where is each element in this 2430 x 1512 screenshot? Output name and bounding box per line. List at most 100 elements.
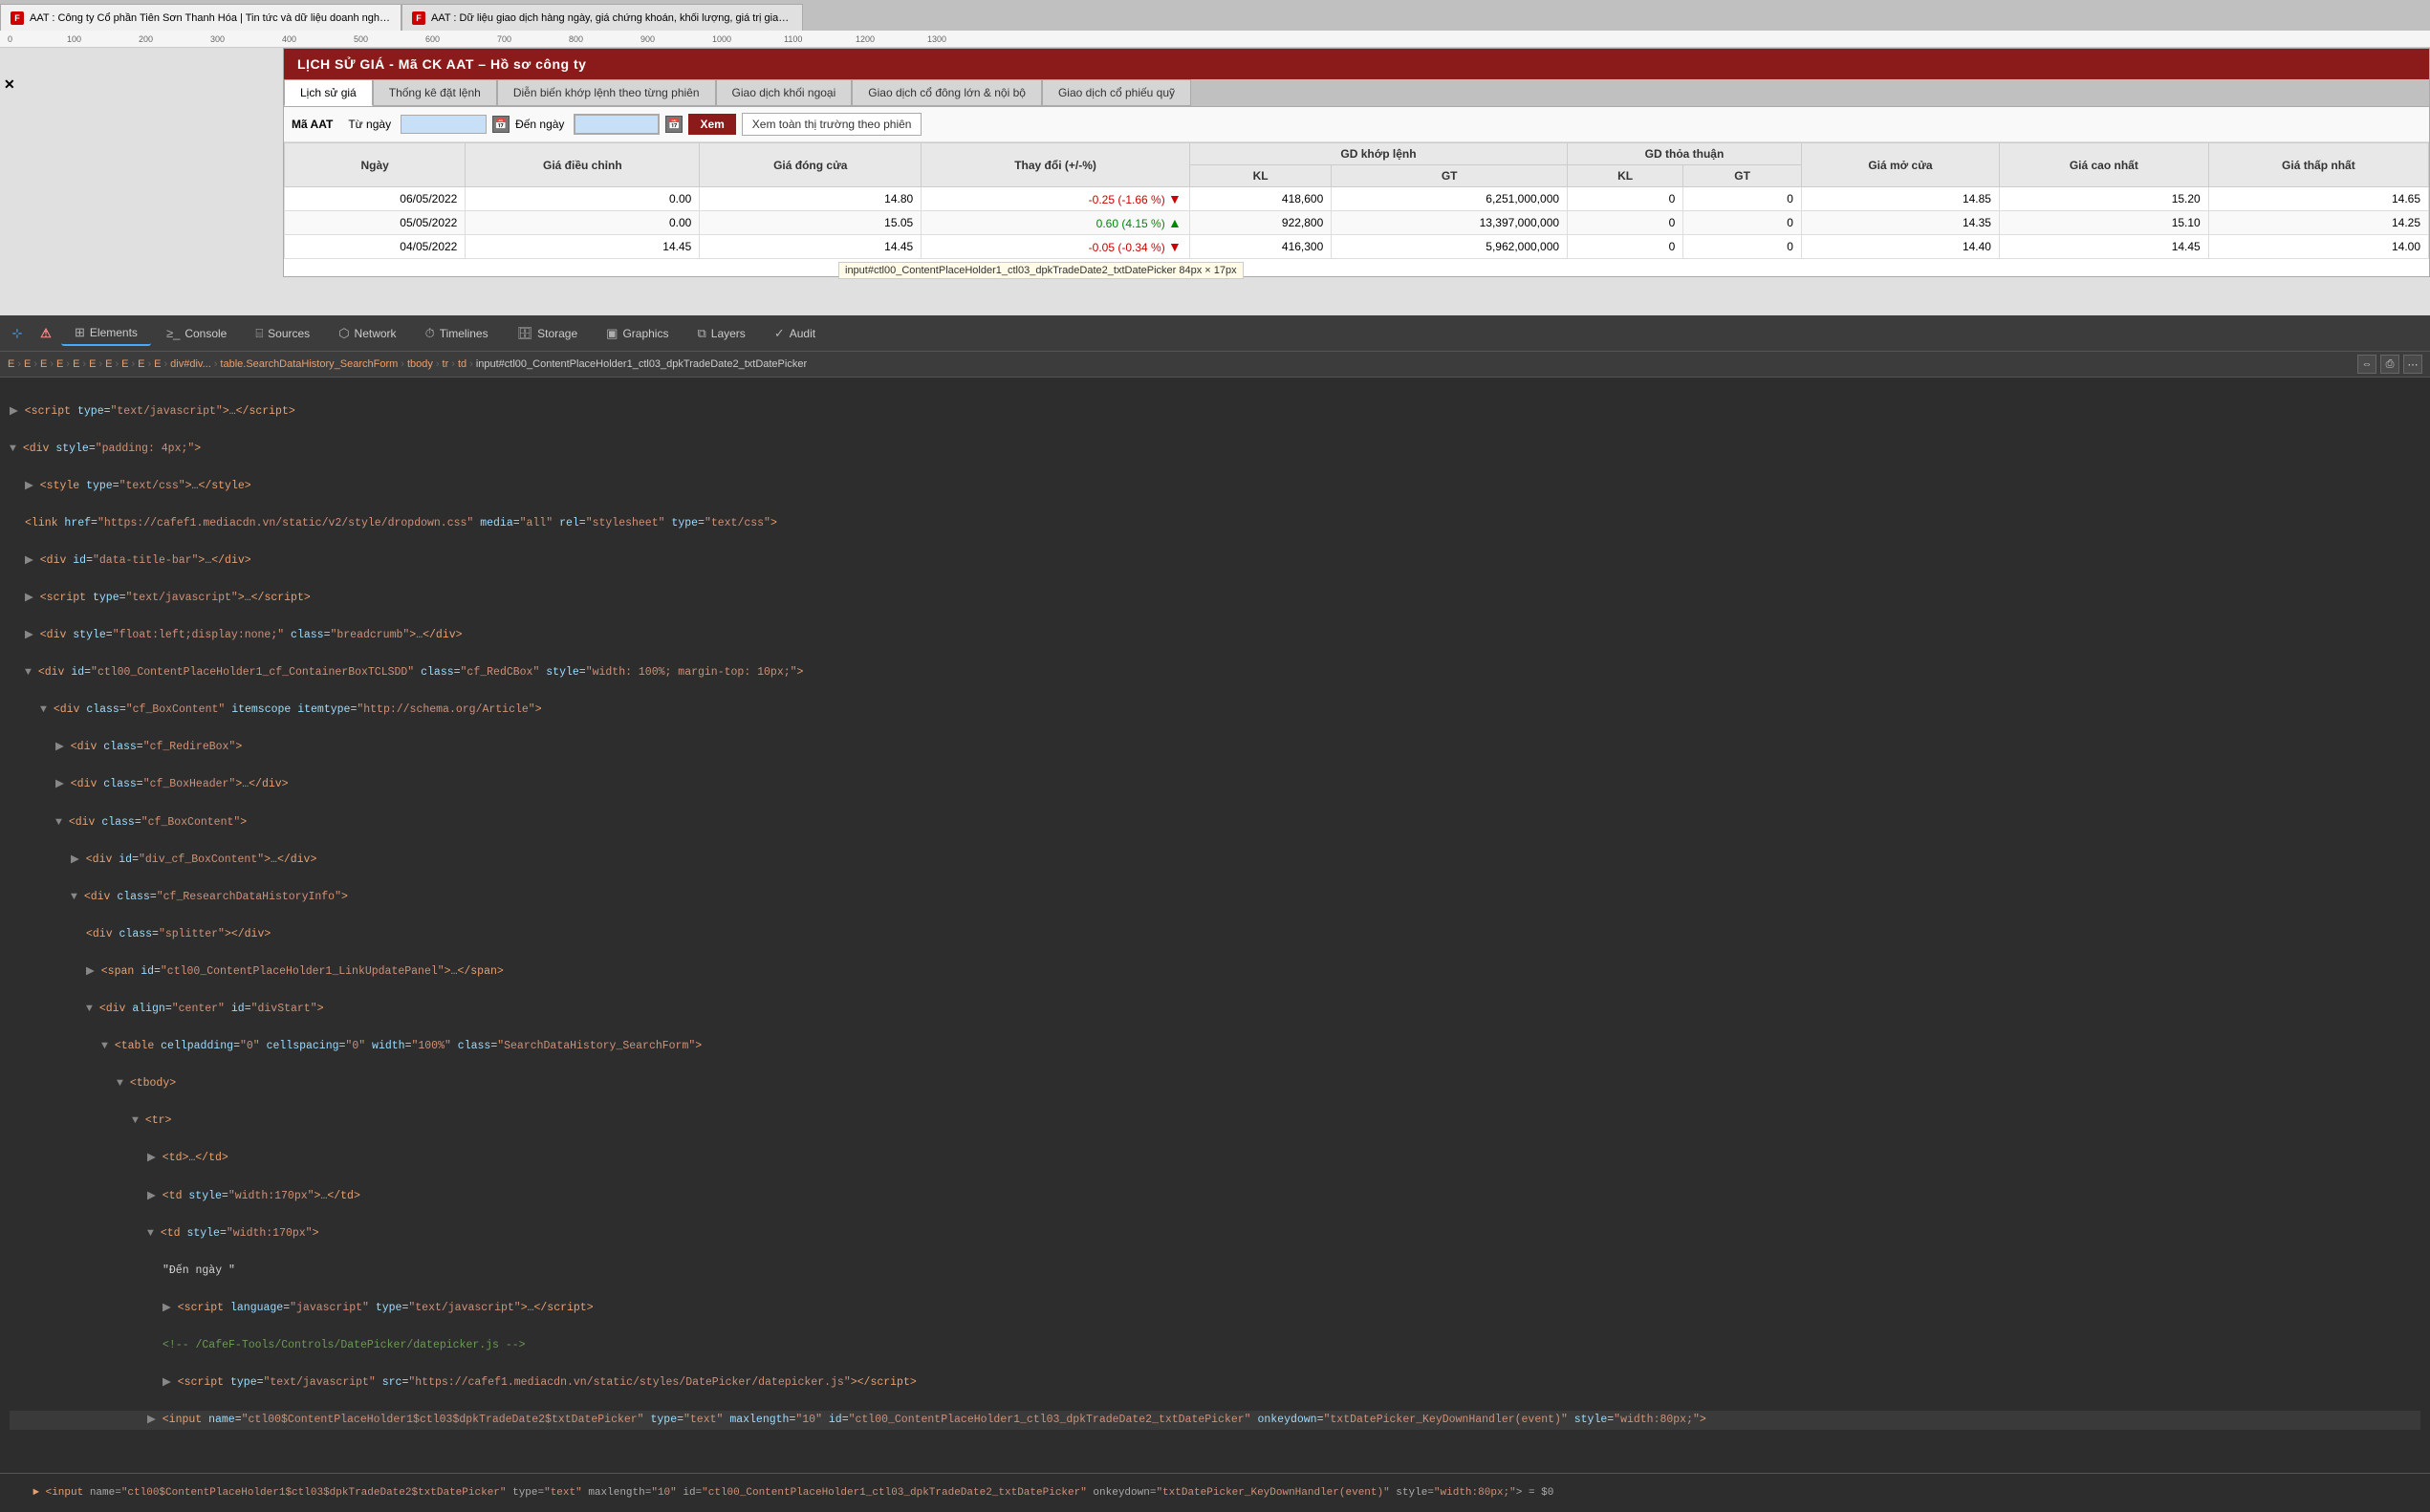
den-ngay-input[interactable]	[574, 114, 660, 135]
code-line: ▶ <script type="text/javascript">…</scri…	[10, 589, 2420, 608]
status-id-val: "ctl00_ContentPlaceHolder1_ctl03_dpkTrad…	[702, 1487, 1087, 1499]
bc-tbody[interactable]: tbody	[407, 358, 433, 370]
code-line: "Đến ngày "	[10, 1262, 2420, 1281]
devtools-panel: ⊹ ⚠ ⊞ Elements ≥_ Console ⌸ Sources ⬡ Ne…	[0, 315, 2430, 1512]
calendar-icon-2[interactable]: 📅	[665, 116, 683, 133]
bc-settings-icon[interactable]: ⋯	[2403, 355, 2422, 374]
xem-button[interactable]: Xem	[688, 114, 735, 135]
td-gia-thap: 14.25	[2208, 211, 2428, 235]
den-ngay-label: Đến ngày	[515, 118, 564, 131]
td-gia-dong-cua: 15.05	[700, 211, 922, 235]
browser-tabs: F AAT : Công ty Cổ phần Tiên Sơn Thanh H…	[0, 0, 2430, 31]
code-line: ▼ <div id="ctl00_ContentPlaceHolder1_cf_…	[10, 663, 2420, 682]
tab-layers-label: Layers	[711, 327, 746, 340]
td-thoa-kl: 0	[1568, 235, 1683, 259]
table-row: 06/05/2022 0.00 14.80 -0.25 (-1.66 %) ▼ …	[285, 187, 2429, 211]
browser-tab-1[interactable]: F AAT : Công ty Cổ phần Tiên Sơn Thanh H…	[0, 4, 401, 31]
tab-lich-su-gia[interactable]: Lịch sử giá	[284, 79, 373, 106]
tab-layers[interactable]: ⧉ Layers	[683, 322, 758, 345]
td-kl: 922,800	[1189, 211, 1331, 235]
bc-tr[interactable]: tr	[443, 358, 449, 370]
layers-icon: ⧉	[697, 326, 705, 341]
td-gia-thap: 14.00	[2208, 235, 2428, 259]
td-gia-mo: 14.35	[1801, 211, 1999, 235]
status-arrow: ►	[33, 1487, 45, 1499]
bc-e4[interactable]: E	[56, 358, 63, 370]
td-gia-cao: 14.45	[1999, 235, 2208, 259]
td-thay-doi: 0.60 (4.15 %) ▲	[922, 211, 1190, 235]
td-thoa-gt: 0	[1683, 187, 1802, 211]
up-arrow-icon: ▲	[1168, 215, 1182, 230]
td-gt: 13,397,000,000	[1332, 211, 1568, 235]
code-line: ▶ <script type="text/javascript">…</scri…	[10, 402, 2420, 421]
calendar-icon-1[interactable]: 📅	[492, 116, 510, 133]
code-line-highlighted[interactable]: ▶ <input name="ctl00$ContentPlaceHolder1…	[10, 1411, 2420, 1430]
tab-network[interactable]: ⬡ Network	[325, 322, 409, 345]
tab-network-label: Network	[355, 327, 397, 340]
ruler-mark: 300	[210, 34, 225, 44]
tab-label-2: AAT : Dữ liệu giao dịch hàng ngày, giá c…	[431, 12, 792, 24]
devtools-cursor-icon[interactable]: ⊹	[4, 320, 31, 347]
bc-e6[interactable]: E	[89, 358, 96, 370]
market-button[interactable]: Xem toàn thị trường theo phiên	[742, 113, 922, 136]
td-gia-dc: 0.00	[466, 211, 700, 235]
td-date: 05/05/2022	[285, 211, 466, 235]
bc-expand-icon[interactable]: ⇔	[2357, 355, 2376, 374]
tu-ngay-input[interactable]	[401, 115, 487, 134]
tab-dien-bien-khop[interactable]: Diễn biến khớp lệnh theo từng phiên	[497, 79, 716, 106]
timelines-icon: ⏱	[425, 326, 435, 341]
bc-e2[interactable]: E	[24, 358, 31, 370]
td-thoa-kl: 0	[1568, 187, 1683, 211]
bc-table[interactable]: table.SearchDataHistory_SearchForm	[220, 358, 398, 370]
table-row: 05/05/2022 0.00 15.05 0.60 (4.15 %) ▲ 92…	[285, 211, 2429, 235]
bc-e5[interactable]: E	[73, 358, 79, 370]
bc-e7[interactable]: E	[105, 358, 112, 370]
td-thoa-gt: 0	[1683, 211, 1802, 235]
bc-print-icon[interactable]: ⎙	[2380, 355, 2399, 374]
bc-e8[interactable]: E	[121, 358, 128, 370]
code-line: ▼ <div class="cf_ResearchDataHistoryInfo…	[10, 888, 2420, 907]
breadcrumb-bar: E› E› E› E› E› E› E› E› E› E› div#div...…	[0, 352, 2430, 378]
ruler-mark: 1100	[784, 34, 802, 44]
tab-sources[interactable]: ⌸ Sources	[242, 322, 323, 345]
page-tabs: Lịch sử giá Thống kê đặt lệnh Diễn biến …	[284, 79, 2429, 107]
tab-elements[interactable]: ⊞ Elements	[61, 321, 151, 346]
status-attrs: name=	[83, 1487, 121, 1499]
code-line: ▼ <div align="center" id="divStart">	[10, 1000, 2420, 1019]
ruler-mark: 100	[67, 34, 81, 44]
elements-icon: ⊞	[75, 325, 85, 340]
td-gt: 6,251,000,000	[1332, 187, 1568, 211]
devtools-error-icon[interactable]: ⚠	[33, 320, 59, 347]
td-kl: 418,600	[1189, 187, 1331, 211]
bc-e3[interactable]: E	[40, 358, 47, 370]
data-table-area: Ngày Giá điều chỉnh Giá đóng cửa Thay đổ…	[284, 142, 2429, 259]
browser-tab-2[interactable]: F AAT : Dữ liệu giao dịch hàng ngày, giá…	[401, 4, 803, 31]
tab-giao-dich-co-phieu[interactable]: Giao dịch cổ phiếu quỹ	[1042, 79, 1191, 106]
code-line: ▼ <div class="cf_BoxContent">	[10, 813, 2420, 832]
tab-thong-ke-dat-lenh[interactable]: Thống kê đặt lệnh	[373, 79, 497, 106]
code-line: ▼ <tbody>	[10, 1074, 2420, 1093]
td-gia-mo: 14.85	[1801, 187, 1999, 211]
bc-e1[interactable]: E	[8, 358, 14, 370]
tab-storage[interactable]: 🗄 Storage	[504, 322, 592, 345]
tab-console[interactable]: ≥_ Console	[153, 322, 240, 344]
bc-td[interactable]: td	[458, 358, 466, 370]
ruler-mark: 600	[425, 34, 440, 44]
close-button[interactable]: ✕	[4, 76, 15, 93]
tab-console-label: Console	[184, 327, 227, 340]
bc-div[interactable]: div#div...	[170, 358, 211, 370]
th-gia-cao: Giá cao nhất	[1999, 143, 2208, 187]
tab-audit[interactable]: ✓ Audit	[761, 322, 829, 345]
status-type-attr: type=	[507, 1487, 545, 1499]
code-line: ▶ <div class="cf_RedireBox">	[10, 738, 2420, 757]
tab-giao-dich-khoi-ngoai[interactable]: Giao dịch khối ngoại	[716, 79, 853, 106]
code-line: ▶ <div id="div_cf_BoxContent">…</div>	[10, 851, 2420, 870]
bc-e9[interactable]: E	[138, 358, 144, 370]
graphics-icon: ▣	[606, 326, 618, 341]
td-gia-mo: 14.40	[1801, 235, 1999, 259]
status-name-val: "ctl00$ContentPlaceHolder1$ctl03$dpkTrad…	[121, 1487, 507, 1499]
tab-timelines[interactable]: ⏱ Timelines	[412, 322, 502, 345]
bc-e10[interactable]: E	[154, 358, 161, 370]
tab-graphics[interactable]: ▣ Graphics	[593, 322, 682, 345]
tab-giao-dich-co-dong[interactable]: Giao dịch cổ đông lớn & nội bộ	[852, 79, 1042, 106]
